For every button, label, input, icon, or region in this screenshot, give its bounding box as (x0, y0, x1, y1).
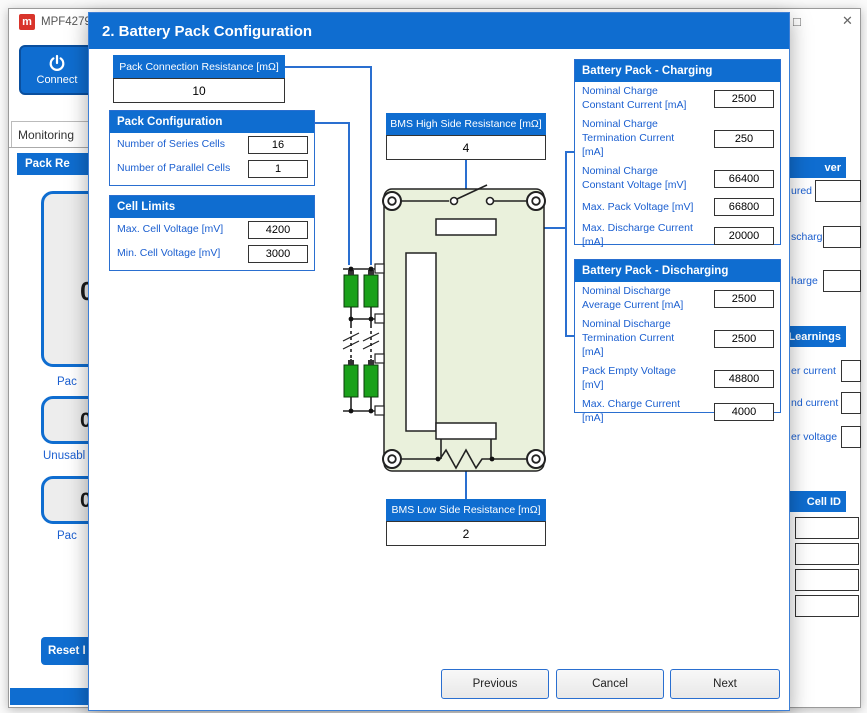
discharge-average-current-row: Nominal Discharge Average Current [mA] (575, 282, 780, 315)
parallel-cells-row: Number of Parallel Cells (110, 157, 314, 181)
dialog-titlebar: 2. Battery Pack Configuration (89, 13, 789, 49)
charge-constant-voltage-label: Nominal Charge Constant Voltage [mV] (582, 165, 698, 192)
wires (343, 185, 527, 468)
app-logo: m (19, 14, 35, 30)
right-input-4[interactable] (841, 360, 861, 382)
cell-limits-header: Cell Limits (110, 196, 314, 218)
connect-button[interactable]: Connect (19, 45, 95, 95)
max-discharge-current-input[interactable] (714, 227, 774, 245)
right-input-2[interactable] (823, 226, 861, 248)
pack-results-header-fragment: Pack Re (17, 153, 91, 175)
dialog-title: 2. Battery Pack Configuration (102, 23, 312, 40)
previous-button[interactable]: Previous (441, 669, 549, 699)
cell-id-box-4[interactable] (795, 595, 859, 617)
max-cell-voltage-label: Max. Cell Voltage [mV] (117, 223, 223, 237)
max-pack-voltage-row: Max. Pack Voltage [mV] (575, 195, 780, 219)
break-marks (343, 333, 379, 349)
battery-pack-config-dialog: 2. Battery Pack Configuration (88, 12, 790, 711)
pack-terminals (383, 192, 545, 468)
bms-components (406, 219, 496, 439)
close-icon[interactable]: ✕ (842, 13, 853, 29)
cell-id-box-1[interactable] (795, 517, 859, 539)
battery-pack-charging-group: Battery Pack - Charging Nominal Charge C… (574, 59, 781, 245)
max-charge-current-row: Max. Charge Current [mA] (575, 395, 780, 428)
max-pack-voltage-input[interactable] (714, 198, 774, 216)
pack-connection-resistance-input[interactable] (113, 78, 285, 103)
discharge-average-current-input[interactable] (714, 290, 774, 308)
bottom-bar-fragment (10, 688, 89, 705)
tab-monitoring-label: Monitoring (18, 128, 74, 142)
discharge-termination-current-row: Nominal Discharge Termination Current [m… (575, 315, 780, 362)
right-input-3[interactable] (823, 270, 861, 292)
charge-termination-current-input[interactable] (714, 130, 774, 148)
cell-limits-group: Cell Limits Max. Cell Voltage [mV] Min. … (109, 195, 315, 271)
window-title: MPF4279 (41, 16, 91, 28)
pack-result-label-2: Unusabl (43, 450, 85, 462)
discharge-average-current-label: Nominal Discharge Average Current [mA] (582, 285, 698, 312)
charging-header: Battery Pack - Charging (575, 60, 780, 82)
max-cell-voltage-row: Max. Cell Voltage [mV] (110, 218, 314, 242)
series-cells-row: Number of Series Cells (110, 133, 314, 157)
max-cell-voltage-input[interactable] (248, 221, 308, 239)
min-cell-voltage-input[interactable] (248, 245, 308, 263)
discharge-termination-current-label: Nominal Discharge Termination Current [m… (582, 318, 698, 359)
cell-id-box-3[interactable] (795, 569, 859, 591)
right-label-4-fragment: er current (791, 365, 836, 377)
max-discharge-current-row: Max. Discharge Current [mA] (575, 219, 780, 252)
max-pack-voltage-label: Max. Pack Voltage [mV] (582, 201, 698, 215)
pack-body (384, 189, 544, 471)
switch-symbol (451, 198, 494, 205)
discharge-termination-current-input[interactable] (714, 330, 774, 348)
right-input-5[interactable] (841, 392, 861, 414)
right-input-1[interactable] (815, 180, 861, 202)
right-label-1-fragment: ured (791, 185, 812, 197)
pack-connection-resistance-label: Pack Connection Resistance [mΩ] (113, 55, 285, 78)
series-cells-input[interactable] (248, 136, 308, 154)
series-cells-label: Number of Series Cells (117, 138, 225, 152)
right-input-6[interactable] (841, 426, 861, 448)
junction-dots (349, 267, 495, 462)
min-cell-voltage-row: Min. Cell Voltage [mV] (110, 242, 314, 266)
bms-low-side-label: BMS Low Side Resistance [mΩ] (386, 499, 546, 521)
min-cell-voltage-label: Min. Cell Voltage [mV] (117, 247, 220, 261)
connect-button-label: Connect (37, 74, 78, 86)
right-label-6-fragment: er voltage (791, 431, 837, 443)
battery-pack-discharging-group: Battery Pack - Discharging Nominal Disch… (574, 259, 781, 413)
pack-configuration-group: Pack Configuration Number of Series Cell… (109, 110, 315, 186)
bms-high-side-label: BMS High Side Resistance [mΩ] (386, 113, 546, 135)
charge-termination-current-label: Nominal Charge Termination Current [mA] (582, 118, 698, 159)
charge-constant-voltage-input[interactable] (714, 170, 774, 188)
charge-termination-current-row: Nominal Charge Termination Current [mA] (575, 115, 780, 162)
battery-cells (344, 275, 378, 397)
screen: m MPF4279 □ ✕ Connect Monitoring Pack Re… (0, 0, 867, 713)
right-label-5-fragment: nd current (791, 397, 838, 409)
pack-result-label-1: Pac (57, 376, 77, 388)
parallel-cells-input[interactable] (248, 160, 308, 178)
charge-constant-current-label: Nominal Charge Constant Current [mA] (582, 85, 698, 112)
right-label-3-fragment: harge (791, 275, 818, 287)
pack-result-label-3: Pac (57, 530, 77, 542)
pack-empty-voltage-input[interactable] (714, 370, 774, 388)
cancel-button[interactable]: Cancel (556, 669, 664, 699)
charge-constant-voltage-row: Nominal Charge Constant Voltage [mV] (575, 162, 780, 195)
tab-underline (9, 147, 99, 148)
pack-empty-voltage-row: Pack Empty Voltage [mV] (575, 362, 780, 395)
charge-constant-current-row: Nominal Charge Constant Current [mA] (575, 82, 780, 115)
bms-high-side-input[interactable] (386, 135, 546, 160)
max-discharge-current-label: Max. Discharge Current [mA] (582, 222, 698, 249)
parallel-cells-label: Number of Parallel Cells (117, 162, 230, 176)
pack-configuration-header: Pack Configuration (110, 111, 314, 133)
max-charge-current-input[interactable] (714, 403, 774, 421)
max-charge-current-label: Max. Charge Current [mA] (582, 398, 698, 425)
cell-id-box-2[interactable] (795, 543, 859, 565)
tap-squares (375, 264, 384, 415)
pack-empty-voltage-label: Pack Empty Voltage [mV] (582, 365, 698, 392)
maximize-icon[interactable]: □ (793, 14, 801, 29)
cell-terminals (348, 270, 374, 365)
next-button[interactable]: Next (670, 669, 780, 699)
discharging-header: Battery Pack - Discharging (575, 260, 780, 282)
bms-low-side-input[interactable] (386, 521, 546, 546)
power-icon (48, 54, 66, 72)
charge-constant-current-input[interactable] (714, 90, 774, 108)
